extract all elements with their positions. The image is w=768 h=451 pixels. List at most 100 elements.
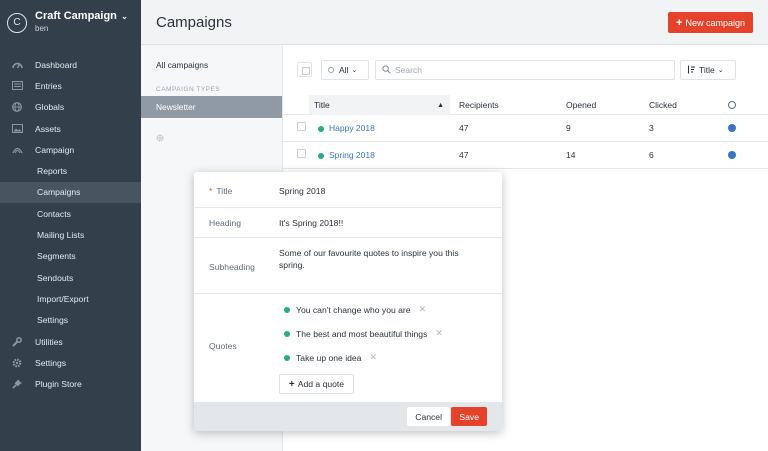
column-header-opened[interactable]: Opened: [566, 95, 596, 115]
field-heading: Heading It's Spring 2018!!: [194, 208, 502, 238]
nav-item-globals[interactable]: Globals: [0, 97, 141, 118]
nav-sub-sendouts[interactable]: Sendouts: [0, 267, 141, 288]
primary-nav: Dashboard Entries Globals Assets Campaig…: [0, 54, 141, 395]
nav-label: Assets: [35, 123, 61, 134]
nav-sub-import-export[interactable]: Import/Export: [0, 288, 141, 309]
status-circle-icon: [328, 67, 334, 73]
nav-sub-segments[interactable]: Segments: [0, 246, 141, 267]
gauge-icon: [11, 59, 23, 71]
chevron-down-icon: ⌄: [118, 12, 128, 21]
remove-quote-icon[interactable]: ✕: [419, 304, 427, 315]
nav-item-utilities[interactable]: Utilities: [0, 331, 141, 352]
row-checkbox[interactable]: [297, 149, 306, 158]
field-label: Subheading: [209, 262, 255, 272]
nav-item-entries[interactable]: Entries: [0, 75, 141, 96]
site-switcher[interactable]: C Craft Campaign ⌄ ben: [0, 0, 141, 45]
entries-icon: [11, 80, 23, 92]
source-all-campaigns[interactable]: All campaigns: [141, 54, 282, 76]
field-label: Heading: [209, 218, 242, 228]
search-box[interactable]: [375, 60, 675, 80]
select-all-checkbox[interactable]: [297, 62, 312, 77]
site-column-globe-icon: [728, 101, 736, 109]
field-quotes: Quotes You can't change who you are ✕ Th…: [194, 294, 502, 402]
cell-clicked: 3: [649, 123, 654, 133]
search-input[interactable]: [395, 65, 655, 75]
campaign-title-link[interactable]: Happy 2018: [329, 123, 375, 133]
nav-item-plugin-store[interactable]: Plugin Store: [0, 373, 141, 394]
gear-icon: [11, 357, 23, 369]
plus-icon: +: [288, 378, 295, 390]
nav-item-settings[interactable]: Settings: [0, 352, 141, 373]
quote-item[interactable]: The best and most beautiful things ✕: [284, 328, 443, 339]
campaign-title-link[interactable]: Spring 2018: [329, 150, 375, 160]
nav-sub-settings[interactable]: Settings: [0, 310, 141, 331]
index-toolbar: All ⌄ Title ⌄: [283, 45, 768, 95]
column-header-clicked[interactable]: Clicked: [649, 95, 677, 115]
new-campaign-button[interactable]: + New campaign: [668, 12, 753, 33]
campaigns-table: Title ▲ Recipients Opened Clicked Happy …: [283, 95, 768, 169]
globe-icon: [11, 101, 23, 113]
campaign-icon: [11, 144, 23, 156]
source-heading: CAMPAIGN TYPES: [156, 85, 221, 93]
field-title: * Title Spring 2018: [194, 172, 502, 208]
chevron-down-icon: ⌄: [717, 67, 724, 74]
nav-sub-reports[interactable]: Reports: [0, 160, 141, 181]
quote-text: The best and most beautiful things: [296, 328, 428, 339]
nav-sub-campaigns[interactable]: Campaigns: [0, 181, 141, 204]
status-live-icon: [284, 354, 290, 361]
sort-ascending-icon: ▲: [437, 101, 444, 109]
wrench-icon: [11, 336, 23, 348]
quote-item[interactable]: You can't change who you are ✕: [284, 304, 426, 315]
page-title: Campaigns: [156, 14, 232, 31]
status-live-icon: [318, 126, 324, 132]
table-row[interactable]: Spring 2018 47 14 6: [283, 142, 768, 169]
status-filter-menu[interactable]: All ⌄: [321, 60, 369, 80]
nav-label: Plugin Store: [35, 379, 82, 390]
column-header-title[interactable]: Title ▲: [309, 95, 450, 115]
table-header: Title ▲ Recipients Opened Clicked: [283, 95, 768, 115]
status-live-icon: [284, 330, 290, 337]
subheading-input[interactable]: Some of our favourite quotes to inspire …: [279, 247, 489, 271]
cell-recipients: 47: [459, 150, 469, 160]
heading-input[interactable]: It's Spring 2018!!: [279, 217, 343, 229]
row-checkbox[interactable]: [297, 122, 306, 131]
chevron-down-icon: ⌄: [351, 67, 358, 74]
nav-sub-mailing-lists[interactable]: Mailing Lists: [0, 224, 141, 245]
page-header: Campaigns + New campaign: [141, 0, 768, 45]
remove-quote-icon[interactable]: ✕: [435, 328, 443, 339]
sort-icon: [687, 65, 695, 76]
status-live-icon: [318, 153, 324, 159]
quote-item[interactable]: Take up one idea ✕: [284, 352, 377, 363]
customize-sources-gear-icon[interactable]: [141, 134, 282, 145]
quote-text: You can't change who you are: [296, 304, 411, 315]
cancel-button[interactable]: Cancel: [407, 407, 450, 426]
nav-item-dashboard[interactable]: Dashboard: [0, 54, 141, 75]
status-live-icon: [284, 306, 290, 313]
add-quote-button[interactable]: + Add a quote: [279, 374, 354, 394]
nav-item-assets[interactable]: Assets: [0, 118, 141, 139]
sort-label: Title: [699, 65, 715, 75]
nav-label: Campaign: [35, 144, 75, 155]
nav-label: Utilities: [35, 336, 63, 347]
main-sidebar: C Craft Campaign ⌄ ben Dashboard Entries…: [0, 0, 141, 451]
sort-menu[interactable]: Title ⌄: [680, 60, 736, 80]
save-button[interactable]: Save: [451, 407, 487, 426]
image-icon: [11, 123, 23, 135]
column-header-recipients[interactable]: Recipients: [459, 95, 499, 115]
title-input[interactable]: Spring 2018: [279, 185, 325, 197]
editor-footer: Cancel Save: [194, 402, 502, 431]
column-header-label: Title: [314, 100, 330, 110]
nav-item-campaign[interactable]: Campaign: [0, 139, 141, 160]
cell-clicked: 6: [649, 150, 654, 160]
required-asterisk-icon: *: [209, 186, 213, 196]
plug-icon: [11, 378, 23, 390]
nav-label: Entries: [35, 80, 62, 91]
remove-quote-icon[interactable]: ✕: [369, 352, 377, 363]
subheading-line: Some of our favourite quotes to inspire …: [279, 248, 459, 258]
nav-label: Dashboard: [35, 59, 78, 70]
search-icon: [382, 64, 391, 76]
element-editor-hud: * Title Spring 2018 Heading It's Spring 2…: [194, 172, 502, 431]
nav-sub-contacts[interactable]: Contacts: [0, 203, 141, 224]
table-row[interactable]: Happy 2018 47 9 3: [283, 115, 768, 142]
source-newsletter[interactable]: Newsletter: [141, 96, 282, 118]
